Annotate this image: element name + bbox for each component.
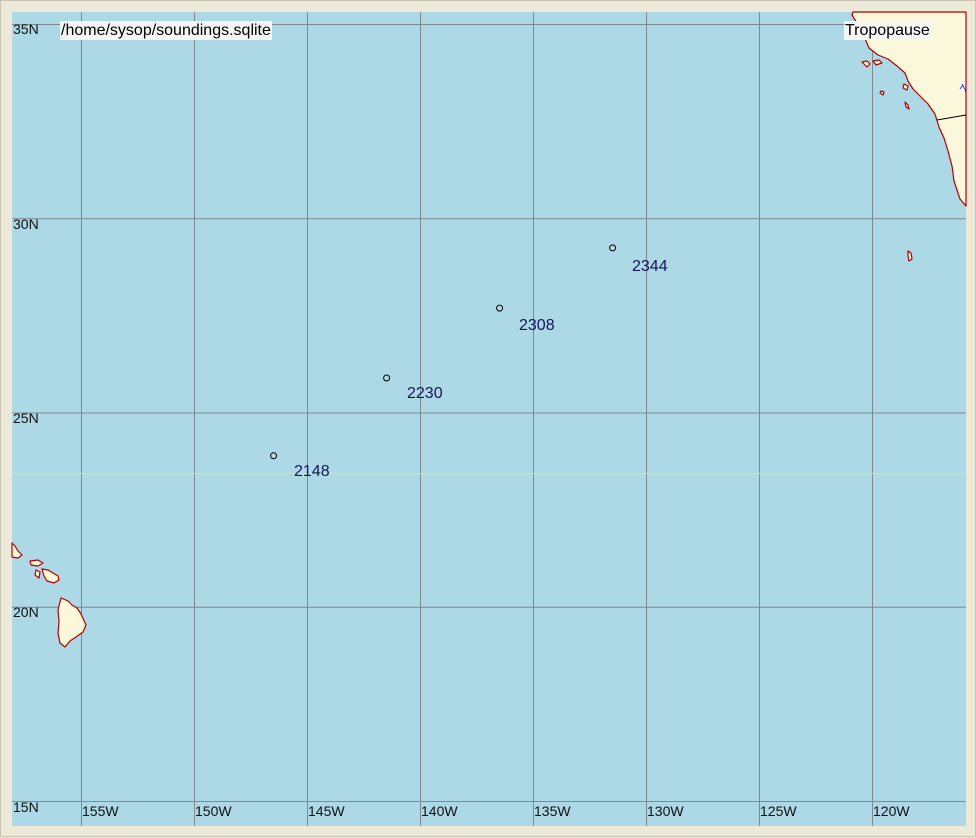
- lat-label-20n: 20N: [13, 604, 39, 620]
- lat-label-30n: 30N: [13, 216, 39, 232]
- lon-label-155w: 155W: [82, 803, 119, 819]
- station-label: 2230: [407, 385, 443, 402]
- lon-label-150w: 150W: [195, 803, 232, 819]
- lon-label-120w: 120W: [873, 803, 910, 819]
- station-label: 2344: [632, 258, 668, 275]
- lat-label-35n: 35N: [13, 21, 39, 37]
- layer-title-label: Tropopause: [844, 21, 931, 40]
- lon-label-140w: 140W: [421, 803, 458, 819]
- lon-label-145w: 145W: [308, 803, 345, 819]
- station-label: 2148: [294, 463, 330, 480]
- lat-label-15n: 15N: [13, 799, 39, 815]
- map-window: 35N 30N 25N 20N 15N 155W 150W 145W 140W …: [0, 0, 976, 837]
- lat-label-25n: 25N: [13, 410, 39, 426]
- lon-label-135w: 135W: [534, 803, 571, 819]
- station-label: 2308: [519, 317, 555, 334]
- lon-label-125w: 125W: [760, 803, 797, 819]
- ocean-area: [12, 12, 966, 826]
- map-canvas[interactable]: [1, 1, 976, 838]
- lon-label-130w: 130W: [647, 803, 684, 819]
- database-file-label: /home/sysop/soundings.sqlite: [60, 21, 272, 40]
